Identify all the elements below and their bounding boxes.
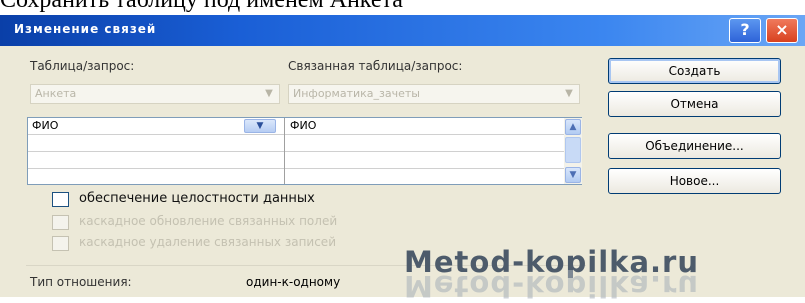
related-table-value: Информатика_зачеты (293, 87, 420, 100)
scroll-up-icon[interactable]: ▲ (565, 119, 581, 135)
cascade-delete-label: каскадное удаление связанных записей (79, 235, 336, 249)
integrity-checkbox[interactable] (52, 192, 69, 207)
table-query-select[interactable]: Анкета ▼ (30, 84, 280, 104)
edit-relationships-dialog: Изменение связей ? × Таблица/запрос: Свя… (0, 15, 805, 303)
close-button[interactable]: × (766, 18, 798, 43)
table-row[interactable] (28, 152, 564, 169)
cascade-update-checkbox[interactable] (52, 215, 69, 230)
cascade-update-option[interactable]: каскадное обновление связанных полей (52, 214, 532, 234)
create-button[interactable]: Создать (608, 58, 781, 84)
field-grid: ФИО ▼ ФИО ▲ ▼ (27, 117, 582, 185)
table-query-label: Таблица/запрос: (30, 59, 135, 73)
cascade-update-label: каскадное обновление связанных полей (79, 214, 338, 228)
column-divider (284, 118, 285, 184)
cascade-delete-checkbox[interactable] (52, 236, 69, 251)
page-caption: Сохранить таблицу под именем Анкета (0, 0, 403, 13)
table-row[interactable] (28, 169, 564, 186)
left-field-cell[interactable]: ФИО (32, 119, 58, 132)
scrollbar-thumb[interactable] (565, 137, 581, 163)
relation-type-value: один-к-одному (246, 275, 341, 289)
chevron-down-icon[interactable]: ▼ (244, 119, 276, 133)
titlebar: Изменение связей ? × (0, 15, 805, 46)
table-query-value: Анкета (35, 87, 77, 100)
related-table-label: Связанная таблица/запрос: (288, 59, 463, 73)
table-row[interactable]: ФИО ▼ ФИО (28, 118, 564, 135)
vertical-scrollbar[interactable]: ▲ ▼ (564, 118, 582, 184)
watermark-reflection: Metod-kopilka.ru (404, 269, 699, 303)
table-row[interactable] (28, 135, 564, 152)
integrity-label: обеспечение целостности данных (79, 191, 315, 206)
window-title: Изменение связей (14, 22, 157, 36)
create-new-button[interactable]: Новое... (608, 168, 781, 194)
scroll-down-icon[interactable]: ▼ (565, 167, 581, 183)
related-table-select[interactable]: Информатика_зачеты ▼ (288, 84, 580, 104)
relation-type-label: Тип отношения: (30, 275, 132, 289)
chevron-down-icon: ▼ (265, 88, 273, 99)
help-button[interactable]: ? (729, 18, 761, 43)
chevron-down-icon: ▼ (565, 88, 573, 99)
join-type-button[interactable]: Объединение... (608, 133, 781, 159)
integrity-option[interactable]: обеспечение целостности данных (52, 191, 472, 211)
cancel-button[interactable]: Отмена (608, 91, 781, 117)
right-field-cell[interactable]: ФИО (290, 119, 316, 132)
